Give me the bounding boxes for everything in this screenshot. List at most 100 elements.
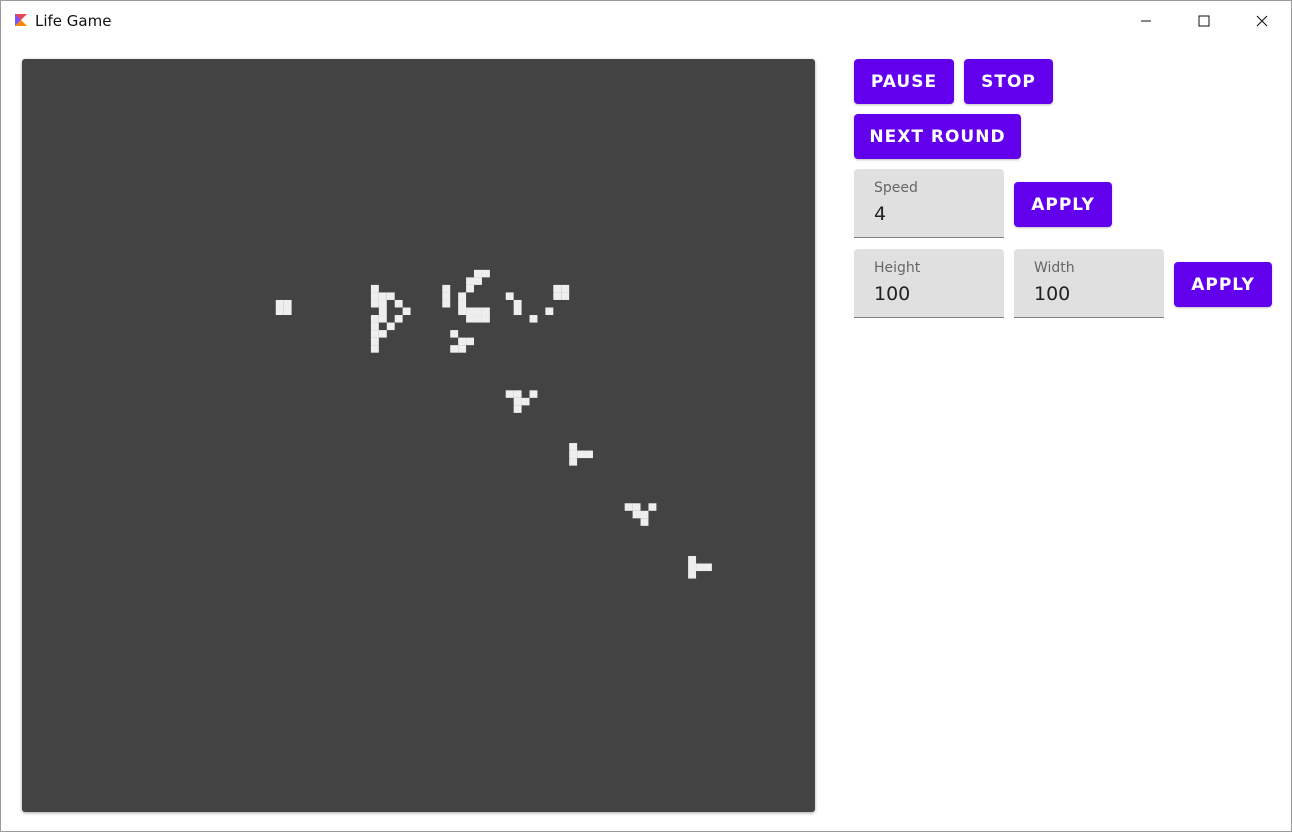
live-cell [370, 330, 379, 338]
life-grid-board[interactable] [22, 59, 815, 812]
live-cell [394, 299, 403, 308]
live-cell [370, 284, 379, 293]
live-cell [378, 292, 387, 300]
width-field-label: Width [1034, 260, 1075, 276]
live-cell [585, 450, 593, 459]
speed-field-value[interactable]: 4 [874, 203, 886, 225]
live-cell [703, 563, 712, 572]
live-cell [545, 307, 554, 316]
live-cell [553, 284, 562, 293]
next-round-button[interactable]: NEXT ROUND [854, 114, 1021, 159]
live-cell [442, 284, 451, 293]
live-cell [466, 315, 475, 323]
live-cell [370, 345, 379, 353]
live-cell [378, 307, 387, 316]
live-cell [442, 292, 451, 300]
width-field-value[interactable]: 100 [1034, 283, 1070, 305]
height-field-value[interactable]: 100 [874, 283, 910, 305]
live-cell [474, 277, 482, 285]
live-cell [688, 563, 697, 572]
live-cell [521, 397, 530, 406]
live-cell [513, 397, 522, 406]
live-cell [553, 292, 562, 300]
height-field[interactable]: Height 100 [854, 249, 1004, 318]
apply-speed-button[interactable]: APPLY [1014, 182, 1112, 227]
live-cell [505, 390, 514, 398]
app-window: Life Game PAUSE STOP NEXT ROUND Speed 4 … [0, 0, 1292, 832]
live-cell [569, 458, 578, 466]
live-cell [370, 299, 379, 308]
live-cell [450, 330, 459, 338]
live-cell [450, 345, 459, 353]
close-icon [1256, 15, 1268, 27]
window-title: Life Game [35, 12, 112, 30]
apply-size-button[interactable]: APPLY [1174, 262, 1272, 307]
speed-field-label: Speed [874, 180, 918, 196]
live-cell [466, 284, 475, 293]
live-cell [513, 390, 522, 398]
width-field[interactable]: Width 100 [1014, 249, 1164, 318]
live-cell [370, 322, 379, 331]
live-cell [283, 307, 292, 316]
live-cell [640, 510, 649, 519]
live-cell [481, 307, 490, 316]
live-cell [386, 292, 395, 300]
live-cell [275, 307, 284, 316]
pause-button[interactable]: PAUSE [854, 59, 954, 104]
live-cell [513, 307, 522, 316]
live-cell [474, 315, 482, 323]
live-cell [529, 390, 538, 398]
close-button[interactable] [1233, 1, 1291, 41]
live-cell [481, 315, 490, 323]
live-cell [458, 292, 467, 300]
live-cell [394, 315, 403, 323]
live-cell [513, 405, 522, 413]
live-cell [640, 518, 649, 526]
minimize-button[interactable] [1117, 1, 1175, 41]
stop-button[interactable]: STOP [964, 59, 1053, 104]
live-cell [370, 315, 379, 323]
speed-field[interactable]: Speed 4 [854, 169, 1004, 238]
live-cell [474, 269, 482, 278]
live-cell [378, 330, 387, 338]
live-cell [386, 322, 395, 331]
live-cell [648, 503, 657, 511]
live-cell [466, 277, 475, 285]
maximize-button[interactable] [1175, 1, 1233, 41]
title-bar[interactable]: Life Game [1, 1, 1291, 41]
live-cell [458, 345, 467, 353]
live-cell [529, 315, 538, 323]
live-cell [688, 571, 697, 579]
live-cell [378, 315, 387, 323]
height-field-label: Height [874, 260, 921, 276]
live-cell [632, 510, 641, 519]
live-cell [561, 292, 570, 300]
live-cell [466, 307, 475, 316]
live-cell [402, 307, 411, 316]
live-cell [442, 299, 451, 308]
live-cell [569, 443, 578, 451]
live-cell [474, 307, 482, 316]
kotlin-logo-icon [15, 14, 27, 26]
live-cell [370, 292, 379, 300]
live-cell [632, 503, 641, 511]
live-cell [458, 337, 467, 346]
live-cell [275, 299, 284, 308]
live-cell [561, 284, 570, 293]
live-cell [458, 299, 467, 308]
minimize-icon [1141, 20, 1151, 22]
live-cell [481, 269, 490, 278]
live-cell [370, 337, 379, 346]
life-grid-canvas[interactable] [22, 59, 815, 812]
live-cell [283, 299, 292, 308]
maximize-icon [1198, 15, 1210, 27]
live-cell [569, 450, 578, 459]
live-cell [466, 337, 475, 346]
live-cell [696, 563, 704, 572]
live-cell [513, 299, 522, 308]
live-cell [624, 503, 633, 511]
live-cell [458, 307, 467, 316]
live-cell [378, 299, 387, 308]
live-cell [577, 450, 586, 459]
live-cell [505, 292, 514, 300]
